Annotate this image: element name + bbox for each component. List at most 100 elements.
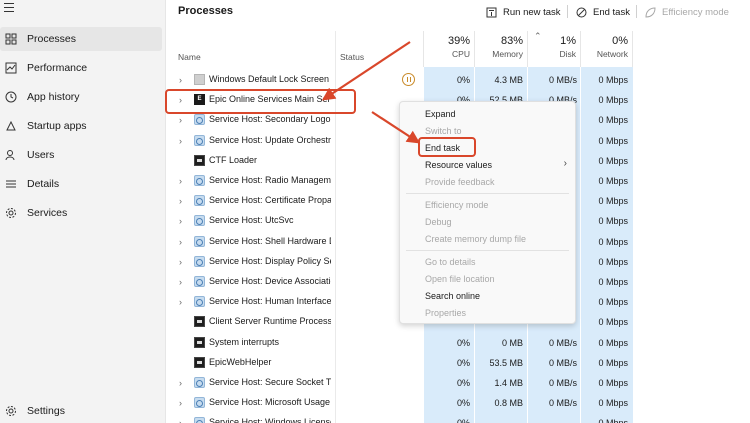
- table-row[interactable]: › Windows Default Lock Screen 0% 4.3 MB 0 MB…: [166, 70, 750, 90]
- sidebar-item-users[interactable]: Users: [0, 143, 162, 167]
- submenu-chevron-right-icon: ›: [563, 158, 567, 169]
- chevron-right-icon[interactable]: ›: [179, 257, 187, 267]
- leaf-icon: [645, 6, 656, 18]
- chevron-right-icon[interactable]: ›: [179, 418, 187, 423]
- highlight-epic-row: [165, 89, 356, 114]
- network-value: 0 Mbps: [598, 236, 628, 247]
- chevron-right-icon[interactable]: ›: [179, 216, 187, 226]
- network-value: 0 Mbps: [598, 337, 628, 348]
- header: Processes Run new task End task Efficien…: [166, 0, 750, 26]
- network-value: 0 Mbps: [598, 216, 628, 227]
- sidebar-item-settings[interactable]: Settings: [0, 399, 162, 423]
- menu-item-properties[interactable]: Properties: [425, 308, 466, 318]
- column-header-memory[interactable]: 83% Memory: [474, 31, 527, 67]
- menu-item-go-to-details[interactable]: Go to details: [425, 257, 476, 267]
- process-name: Client Server Runtime Process: [209, 316, 331, 327]
- process-name: Service Host: Shell Hardware Detection: [209, 235, 331, 246]
- table-row[interactable]: › Service Host: Secure Socket Tunneling 0%…: [166, 373, 750, 393]
- end-task-icon: [576, 7, 587, 18]
- table-row[interactable]: › Service Host: Microsoft Usage Data 0% 0.8…: [166, 393, 750, 413]
- menu-item-switch-to[interactable]: Switch to: [425, 126, 462, 136]
- efficiency-mode-button[interactable]: Efficiency mode: [645, 4, 729, 20]
- process-icon: [194, 255, 205, 267]
- sidebar-item-performance[interactable]: Performance: [0, 56, 162, 80]
- network-value: 0 Mbps: [598, 176, 628, 186]
- process-icon: [194, 154, 205, 166]
- column-header-status[interactable]: Status: [340, 52, 364, 62]
- highlight-end-task: [418, 137, 476, 157]
- sidebar-item-label: Processes: [27, 33, 77, 45]
- end-task-label: End task: [593, 6, 630, 18]
- process-icon: [194, 276, 205, 287]
- chevron-right-icon[interactable]: ›: [179, 176, 187, 186]
- column-header-disk[interactable]: ⌃ 1% Disk: [527, 31, 580, 67]
- table-row[interactable]: › Service Host: Windows License 0% 0 Mbps: [166, 413, 750, 423]
- column-header-cpu[interactable]: 39% CPU: [423, 31, 474, 67]
- menu-item-expand[interactable]: Expand: [425, 109, 456, 119]
- sidebar-item-services[interactable]: Services: [0, 201, 162, 225]
- network-value: 0 Mbps: [598, 398, 628, 409]
- process-icon: [194, 175, 205, 186]
- sidebar-item-details[interactable]: Details: [0, 172, 162, 196]
- memory-label: Memory: [492, 49, 523, 59]
- menu-item-efficiency-mode[interactable]: Efficiency mode: [425, 200, 488, 210]
- chevron-right-icon[interactable]: ›: [179, 378, 187, 388]
- chevron-right-icon[interactable]: ›: [179, 297, 187, 307]
- network-value: 0 Mbps: [598, 155, 628, 166]
- network-total: 0%: [612, 35, 628, 47]
- cpu-value: 0%: [424, 418, 470, 423]
- hamburger-menu-icon[interactable]: [4, 3, 14, 12]
- memory-value: 1.4 MB: [494, 378, 523, 388]
- process-icon: [194, 397, 205, 409]
- network-value: 0 Mbps: [598, 196, 628, 207]
- process-name: Service Host: Windows License: [209, 417, 331, 423]
- menu-item-provide-feedback[interactable]: Provide feedback: [425, 177, 495, 187]
- process-icon: [194, 336, 205, 348]
- sidebar-item-label: Details: [27, 178, 60, 190]
- menu-item-resource-values[interactable]: Resource values: [425, 160, 492, 170]
- disk-value: 0 MB/s: [548, 337, 577, 348]
- network-label: Network: [596, 49, 628, 59]
- column-header-name[interactable]: Name: [178, 52, 201, 62]
- network-value: 0 Mbps: [598, 135, 628, 146]
- end-task-button[interactable]: End task: [576, 4, 630, 20]
- menu-item-debug[interactable]: Debug: [425, 217, 452, 227]
- sidebar-item-startup-apps[interactable]: Startup apps: [0, 114, 162, 138]
- sort-chevron-up-icon: ⌃: [534, 31, 542, 41]
- cpu-value: 0%: [456, 75, 470, 85]
- chevron-right-icon[interactable]: ›: [179, 237, 187, 247]
- sidebar-item-label: Settings: [27, 405, 65, 417]
- chevron-right-icon[interactable]: ›: [179, 196, 187, 206]
- network-value: 0 Mbps: [598, 115, 628, 126]
- network-value: 0 Mbps: [598, 277, 628, 287]
- menu-item-open-file-location[interactable]: Open file location: [425, 274, 495, 284]
- cpu-total: 39%: [447, 35, 470, 47]
- services-icon: [4, 207, 17, 220]
- settings-gear-icon: [4, 405, 17, 418]
- cpu-label: CPU: [452, 49, 470, 59]
- sidebar-item-app-history[interactable]: App history: [0, 85, 162, 109]
- disk-value: 0 MB/s: [548, 75, 577, 85]
- menu-divider: [406, 250, 569, 251]
- sidebar-item-processes[interactable]: Processes: [0, 27, 162, 51]
- menu-item-create-dump[interactable]: Create memory dump file: [425, 234, 526, 244]
- toolbar-divider: [567, 5, 568, 18]
- table-row[interactable]: System interrupts 0% 0 MB 0 MB/s 0 Mbps: [166, 333, 750, 353]
- column-header-network[interactable]: 0% Network: [580, 31, 633, 67]
- chevron-right-icon[interactable]: ›: [179, 115, 187, 125]
- cpu-value: 0%: [456, 398, 470, 409]
- chevron-right-icon[interactable]: ›: [179, 136, 187, 146]
- chevron-right-icon[interactable]: ›: [179, 75, 187, 85]
- table-row[interactable]: EpicWebHelper 0% 53.5 MB 0 MB/s 0 Mbps: [166, 353, 750, 373]
- chevron-right-icon[interactable]: ›: [179, 398, 187, 408]
- process-icon: [194, 114, 205, 126]
- network-value: 0 Mbps: [598, 378, 628, 388]
- network-value: 0 Mbps: [598, 256, 628, 267]
- context-menu: Expand Switch to End task Resource value…: [399, 101, 576, 324]
- menu-item-search-online[interactable]: Search online: [425, 291, 480, 301]
- network-value: 0 Mbps: [579, 418, 628, 423]
- chevron-right-icon[interactable]: ›: [179, 277, 187, 287]
- menu-divider: [406, 193, 569, 194]
- process-name: Service Host: Microsoft Usage Data: [209, 397, 331, 408]
- run-new-task-button[interactable]: Run new task: [486, 4, 561, 20]
